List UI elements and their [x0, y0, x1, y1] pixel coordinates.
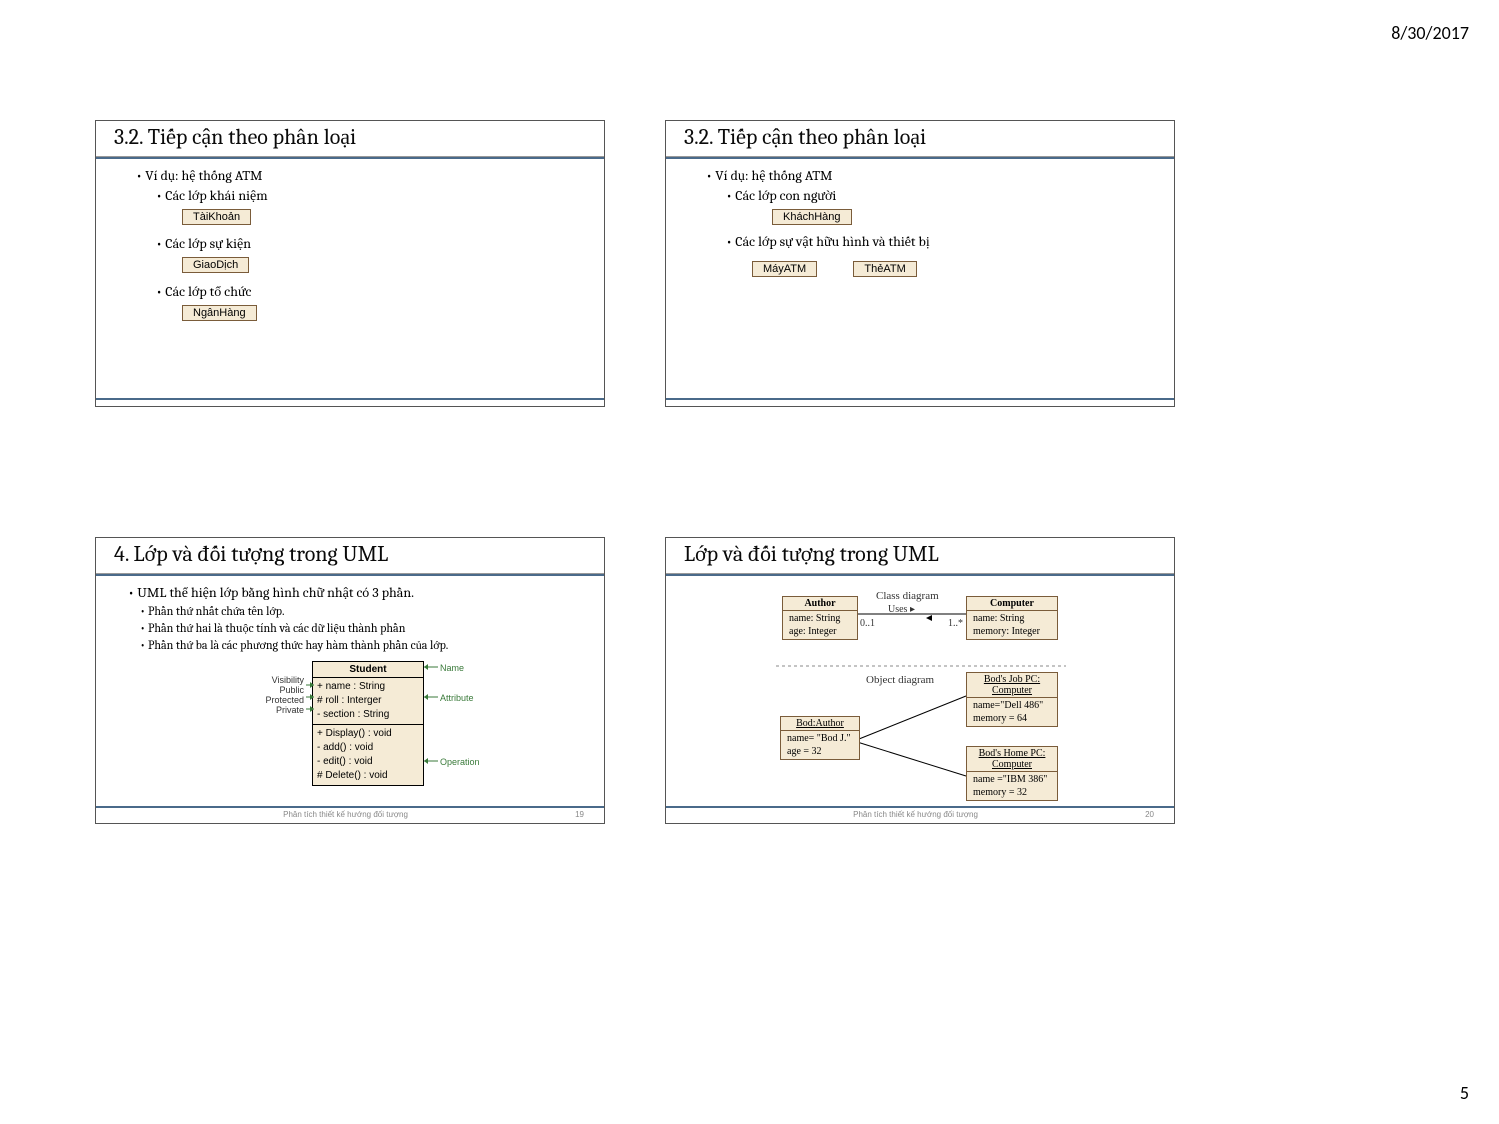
- attr: memory = 32: [973, 786, 1051, 799]
- uml-class-student: Student + name : String # roll : Interge…: [312, 661, 424, 786]
- uml-class-computer: Computer name: Stringmemory: Integer: [966, 596, 1058, 640]
- uml-op: - add() : void: [317, 741, 419, 755]
- uml-class-author: Author name: Stringage: Integer: [782, 596, 858, 640]
- class-name: Computer: [967, 597, 1057, 611]
- uml-class-name: Student: [313, 662, 423, 678]
- class-box-nganhang: NgânHàng: [182, 305, 257, 321]
- slide-body: Class diagram Uses ▸ 0..1 1..* Author na…: [666, 576, 1174, 806]
- bullet-people: Các lớp con người: [726, 187, 1160, 205]
- class-box-theatm: ThẻATM: [853, 261, 916, 277]
- slide-title-bar: Lớp và đối tượng trong UML: [666, 538, 1174, 574]
- page-number: 5: [1460, 1082, 1469, 1104]
- object-name: Bod's Home PC: Computer: [967, 747, 1057, 772]
- class-box-mayatm: MáyATM: [752, 261, 817, 277]
- slide-footer: [666, 398, 1174, 404]
- attr: age: Integer: [789, 625, 851, 638]
- bullet-thing: Các lớp sự vật hữu hình và thiết bị: [726, 233, 1160, 251]
- label-private: Private: [244, 705, 304, 715]
- slide-grid: 3.2. Tiếp cận theo phân loại Ví dụ: hệ t…: [95, 120, 1175, 824]
- bullet-org: Các lớp tổ chức: [156, 283, 590, 301]
- class-box-giaodich: GiaoDịch: [182, 257, 249, 273]
- attr: memory: Integer: [973, 625, 1051, 638]
- attr: name="Dell 486": [973, 699, 1051, 712]
- bullet-part3: Phần thứ ba là các phương thức hay hàm t…: [140, 638, 590, 653]
- uml-object-jobpc: Bod's Job PC: Computer name="Dell 486"me…: [966, 672, 1058, 727]
- uml-op: + Display() : void: [317, 727, 419, 741]
- bullet-part2: Phần thứ hai là thuộc tính và các dữ liệ…: [140, 621, 590, 636]
- attr: name= "Bod J.": [787, 732, 853, 745]
- object-name: Bod:Author: [781, 717, 859, 731]
- slide-footer: Phân tích thiết kế hướng đối tượng 20: [666, 806, 1174, 821]
- class-box-khachhang: KháchHàng: [772, 209, 852, 225]
- slide-title-bar: 3.2. Tiếp cận theo phân loại: [96, 121, 604, 157]
- slide-3: 4. Lớp và đối tượng trong UML UML thể hi…: [95, 537, 605, 824]
- bullet-example: Ví dụ: hệ thống ATM: [136, 167, 590, 185]
- slide-title: 4. Lớp và đối tượng trong UML: [114, 541, 586, 567]
- class-box-taikhoan: TàiKhoản: [182, 209, 251, 225]
- bullet-example: Ví dụ: hệ thống ATM: [706, 167, 1160, 185]
- slide-number: 19: [575, 810, 584, 819]
- label-name: Name: [440, 663, 464, 673]
- attr: memory = 64: [973, 712, 1051, 725]
- uml-op: - edit() : void: [317, 755, 419, 769]
- slide-title-bar: 3.2. Tiếp cận theo phân loại: [666, 121, 1174, 157]
- diagram-svg: [666, 576, 1174, 806]
- slide-footer: [96, 398, 604, 404]
- attr: name: String: [973, 612, 1051, 625]
- bullet-intro: UML thể hiện lớp bằng hình chữ nhật có 3…: [128, 584, 590, 602]
- label-object-diagram: Object diagram: [866, 674, 934, 686]
- label-uses: Uses ▸: [888, 604, 915, 615]
- slide-4: Lớp và đối tượng trong UML Class diagram…: [665, 537, 1175, 824]
- footer-text: Phân tích thiết kế hướng đối tượng: [283, 810, 408, 819]
- label-mult1: 0..1: [860, 618, 875, 629]
- label-class-diagram: Class diagram: [876, 590, 939, 602]
- uml-attr: + name : String: [317, 680, 419, 694]
- slide-title: 3.2. Tiếp cận theo phân loại: [114, 124, 586, 150]
- object-name: Bod's Job PC: Computer: [967, 673, 1057, 698]
- document-date: 8/30/2017: [1391, 22, 1469, 44]
- slide-title: Lớp và đối tượng trong UML: [684, 541, 1156, 567]
- attr: age = 32: [787, 745, 853, 758]
- slide-body: Ví dụ: hệ thống ATM Các lớp con người Kh…: [666, 159, 1174, 281]
- slide-1: 3.2. Tiếp cận theo phân loại Ví dụ: hệ t…: [95, 120, 605, 407]
- uml-object-bod: Bod:Author name= "Bod J."age = 32: [780, 716, 860, 760]
- label-mult2: 1..*: [948, 618, 963, 629]
- label-operation: Operation: [440, 757, 480, 767]
- slide-footer: Phân tích thiết kế hướng đối tượng 19: [96, 806, 604, 821]
- attr: name: String: [789, 612, 851, 625]
- slide-title: 3.2. Tiếp cận theo phân loại: [684, 124, 1156, 150]
- uml-attr: - section : String: [317, 708, 419, 722]
- uml-attr: # roll : Interger: [317, 694, 419, 708]
- label-attribute: Attribute: [440, 693, 474, 703]
- slide-number: 20: [1145, 810, 1154, 819]
- uml-object-homepc: Bod's Home PC: Computer name ="IBM 386"m…: [966, 746, 1058, 801]
- label-public: Public: [244, 685, 304, 695]
- slide-2: 3.2. Tiếp cận theo phân loại Ví dụ: hệ t…: [665, 120, 1175, 407]
- bullet-event: Các lớp sự kiện: [156, 235, 590, 253]
- bullet-part1: Phần thứ nhất chứa tên lớp.: [140, 604, 590, 619]
- class-name: Author: [783, 597, 857, 611]
- slide-body: Ví dụ: hệ thống ATM Các lớp khái niệm Tà…: [96, 159, 604, 325]
- slide-title-bar: 4. Lớp và đối tượng trong UML: [96, 538, 604, 574]
- uml-op: # Delete() : void: [317, 769, 419, 783]
- footer-text: Phân tích thiết kế hướng đối tượng: [853, 810, 978, 819]
- slide-body: UML thể hiện lớp bằng hình chữ nhật có 3…: [96, 576, 604, 801]
- label-protected: Protected: [244, 695, 304, 705]
- label-visibility: Visibility: [244, 675, 304, 685]
- attr: name ="IBM 386": [973, 773, 1051, 786]
- bullet-concept: Các lớp khái niệm: [156, 187, 590, 205]
